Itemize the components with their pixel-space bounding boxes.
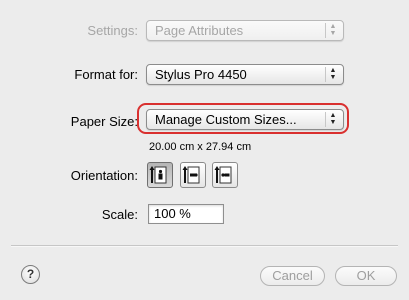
paper-size-value: Manage Custom Sizes... bbox=[155, 112, 297, 127]
portrait-orientation-icon bbox=[149, 166, 167, 184]
ok-button[interactable]: OK bbox=[335, 266, 397, 286]
paper-dimensions: 20.00 cm x 27.94 cm bbox=[149, 141, 252, 153]
settings-popup[interactable]: Page Attributes ▲ ▼ bbox=[146, 20, 344, 41]
up-down-arrows-icon: ▲ ▼ bbox=[325, 67, 340, 82]
cancel-button[interactable]: Cancel bbox=[260, 266, 325, 286]
page-setup-dialog: Settings: Page Attributes ▲ ▼ Format for:… bbox=[0, 0, 409, 300]
separator bbox=[11, 245, 398, 247]
settings-value: Page Attributes bbox=[155, 23, 244, 38]
settings-label: Settings: bbox=[87, 23, 138, 38]
orientation-label: Orientation: bbox=[70, 168, 138, 183]
format-for-value: Stylus Pro 4450 bbox=[155, 67, 247, 82]
orientation-landscape-left-button[interactable] bbox=[180, 162, 206, 188]
orientation-portrait-button[interactable] bbox=[147, 162, 173, 188]
help-button[interactable]: ? bbox=[21, 265, 40, 284]
orientation-landscape-right-button[interactable] bbox=[212, 162, 238, 188]
scale-label: Scale: bbox=[101, 207, 138, 222]
up-down-arrows-icon: ▲ ▼ bbox=[325, 23, 340, 38]
landscape-left-orientation-icon bbox=[182, 166, 200, 184]
landscape-right-orientation-icon bbox=[214, 166, 232, 184]
up-down-arrows-icon: ▲ ▼ bbox=[325, 112, 340, 127]
paper-size-label: Paper Size: bbox=[70, 114, 138, 129]
format-for-label: Format for: bbox=[74, 67, 138, 82]
paper-size-popup[interactable]: Manage Custom Sizes... ▲ ▼ bbox=[146, 109, 344, 130]
help-icon: ? bbox=[26, 267, 35, 281]
scale-input[interactable]: 100 % bbox=[148, 204, 224, 224]
format-for-popup[interactable]: Stylus Pro 4450 ▲ ▼ bbox=[146, 64, 344, 85]
